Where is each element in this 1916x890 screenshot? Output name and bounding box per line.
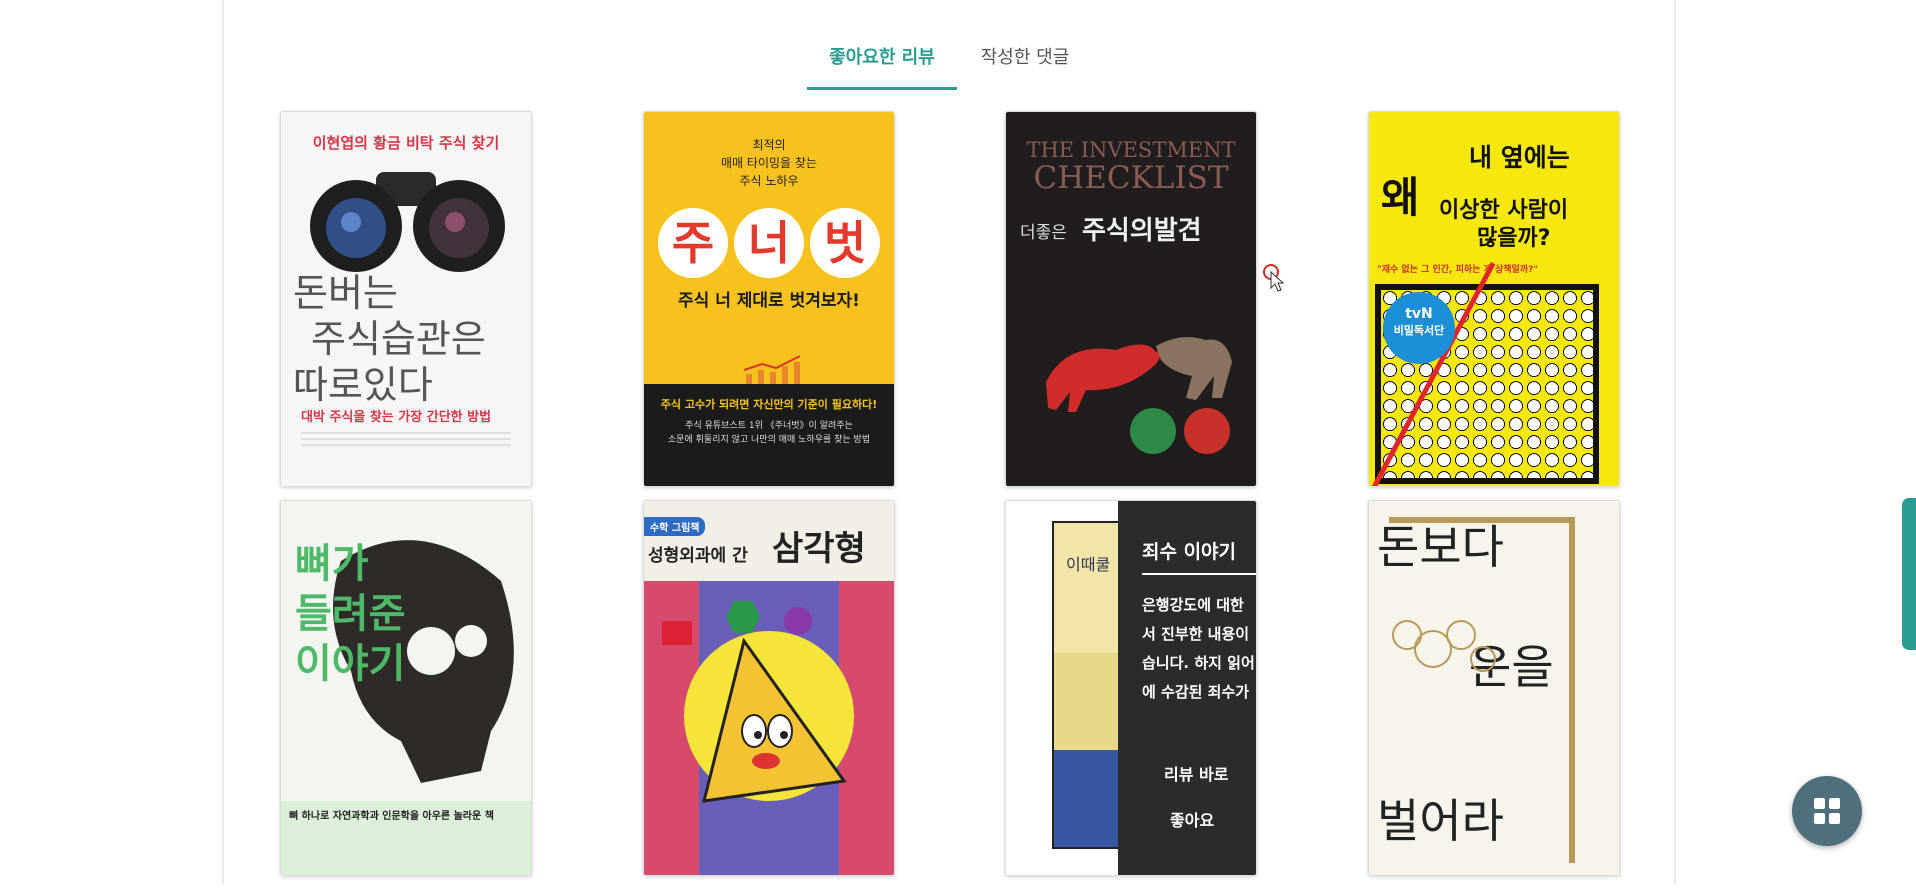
- book-badge-red: [1184, 408, 1230, 454]
- book-title-line-3: 벌어라: [1377, 794, 1504, 848]
- review-overlay: 죄수 이야기 은행강도에 대한 서 진부한 내용이 습니다. 하지 읽어 에 수…: [1118, 501, 1256, 875]
- book-top-line-3: 주식 노하우: [739, 174, 799, 188]
- book-big-letter-1: 주: [658, 208, 728, 278]
- book-badge: 수학 그림책: [644, 517, 706, 536]
- book-cover: 내 옆에는 왜 이상한 사람이 많을까? "재수 없는 그 인간, 피하는 게 …: [1369, 112, 1619, 486]
- book-top-line-1: THE INVESTMENT: [1026, 138, 1236, 162]
- grid-menu-button[interactable]: [1792, 776, 1862, 846]
- tab-written-comments[interactable]: 작성한 댓글: [970, 38, 1080, 88]
- pattern-image: [1392, 620, 1496, 672]
- book-title: 삼각형: [772, 529, 866, 569]
- book-band-line-1: 주식 유튜브스트 1위 《주너벗》이 알려주는: [685, 421, 853, 431]
- book-band-line-2: 소문에 휘둘리지 않고 나만의 매매 노하우를 찾는 방법: [667, 435, 871, 445]
- book-top-line-2: CHECKLIST: [1033, 160, 1229, 196]
- book-band-title: 주식 고수가 되려면 자신만의 기준이 필요하다!: [660, 398, 878, 411]
- overlay-title: 죄수 이야기: [1142, 541, 1237, 563]
- overlay-review-text: 은행강도에 대한 서 진부한 내용이 습니다. 하지 읽어 에 수감된 죄수가: [1142, 596, 1255, 701]
- book-cover: 돈보다 운을 벌어라: [1369, 501, 1619, 875]
- book-title-small: 성형외과에 간: [648, 546, 748, 566]
- book-big-letter-2: 너: [734, 208, 804, 278]
- tvn-badge-line-2: 비밀독서단: [1393, 324, 1445, 337]
- book-card[interactable]: 뼈가 들려준 이야기 뼈 하나로 자연과학과 인문학을 아우른 놀라운 책: [280, 500, 532, 876]
- liked-reviews-grid: 이현엽의 황금 비탁 주식 찾기 돈버는 주식습관은 따로있다 대박 주식을 찾…: [278, 110, 1622, 890]
- book-subtitle: 주식의발견: [1082, 216, 1202, 246]
- book-big-letter-3: 벗: [810, 208, 880, 278]
- book-cover: 최적의 매매 타이밍을 찾는 주식 노하우 주 너 벗 주식 너 제대로 벗겨보…: [644, 112, 894, 486]
- tvn-badge: tvN 비밀독서단: [1383, 292, 1455, 364]
- mouse-pointer-icon: [1263, 264, 1285, 292]
- book-card[interactable]: 돈보다 운을 벌어라: [1368, 500, 1620, 876]
- book-tagline: "재수 없는 그 인간, 피하는 게 상책일까?": [1377, 265, 1539, 275]
- book-top-line-1: 최적의: [752, 138, 786, 152]
- triangle-character-image: [662, 601, 847, 803]
- book-top-line-2: 매매 타이밍을 찾는: [721, 156, 817, 170]
- book-subtitle: 뼈 하나로 자연과학과 인문학을 아우른 놀라운 책: [289, 811, 494, 822]
- inner-book-text: 이때쿨: [1066, 555, 1111, 574]
- book-title-line-4: 많을까?: [1477, 226, 1551, 251]
- panel-left-border: [222, 0, 224, 884]
- like-button[interactable]: 좋아요: [1170, 807, 1214, 831]
- book-title-line-2: 왜: [1381, 173, 1420, 222]
- book-card[interactable]: THE INVESTMENT CHECKLIST 더좋은 주식의발견: [1005, 111, 1257, 487]
- book-card[interactable]: 최적의 매매 타이밍을 찾는 주식 노하우 주 너 벗 주식 너 제대로 벗겨보…: [643, 111, 895, 487]
- book-subtitle: 주식 너 제대로 벗겨보자!: [678, 291, 860, 311]
- book-card-hovered[interactable]: 이때쿨 죄수 이야기 은행강도에 대한 서 진부한 내용이 습니다. 하지 읽어…: [1005, 500, 1257, 876]
- tab-liked-reviews[interactable]: 좋아요한 리뷰: [807, 38, 957, 90]
- chart-arrow-image: [743, 355, 801, 384]
- book-cover: 수학 그림책 성형외과에 간 삼각형: [644, 501, 894, 875]
- book-title-line-1: 돈보다: [1377, 520, 1504, 574]
- book-cover: 뼈가 들려준 이야기 뼈 하나로 자연과학과 인문학을 아우른 놀라운 책: [281, 501, 531, 875]
- book-badge-green: [1130, 408, 1176, 454]
- scrollbar-thumb[interactable]: [1902, 498, 1916, 650]
- book-dark-band: 주식 고수가 되려면 자신만의 기준이 필요하다! 주식 유튜브스트 1위 《주…: [644, 384, 894, 486]
- book-title-line-3: 이야기: [295, 641, 406, 687]
- book-card[interactable]: 이현엽의 황금 비탁 주식 찾기 돈버는 주식습관은 따로있다 대박 주식을 찾…: [280, 111, 532, 487]
- book-title-line-1: 내 옆에는: [1469, 143, 1570, 172]
- book-title-line-3: 따로있다: [293, 363, 433, 407]
- go-to-review-button[interactable]: 리뷰 바로: [1164, 761, 1228, 785]
- bull-bear-image: [1046, 337, 1232, 412]
- book-card[interactable]: 내 옆에는 왜 이상한 사람이 많을까? "재수 없는 그 인간, 피하는 게 …: [1368, 111, 1620, 487]
- overlay-divider: [1142, 573, 1256, 575]
- book-subtitle: 대박 주식을 찾는 가장 간단한 방법: [301, 410, 492, 425]
- book-card[interactable]: 수학 그림책 성형외과에 간 삼각형: [643, 500, 895, 876]
- book-cover: 이현엽의 황금 비탁 주식 찾기 돈버는 주식습관은 따로있다 대박 주식을 찾…: [281, 112, 531, 486]
- tab-bar: 좋아요한 리뷰 작성한 댓글: [0, 38, 1916, 90]
- book-blurb: [301, 432, 511, 450]
- book-cover: THE INVESTMENT CHECKLIST 더좋은 주식의발견: [1006, 112, 1256, 486]
- tvn-badge-line-1: tvN: [1405, 306, 1433, 322]
- panel-right-border: [1674, 0, 1676, 884]
- book-top-line: 이현엽의 황금 비탁 주식 찾기: [312, 134, 500, 152]
- book-subtitle-small: 더좋은: [1020, 223, 1067, 243]
